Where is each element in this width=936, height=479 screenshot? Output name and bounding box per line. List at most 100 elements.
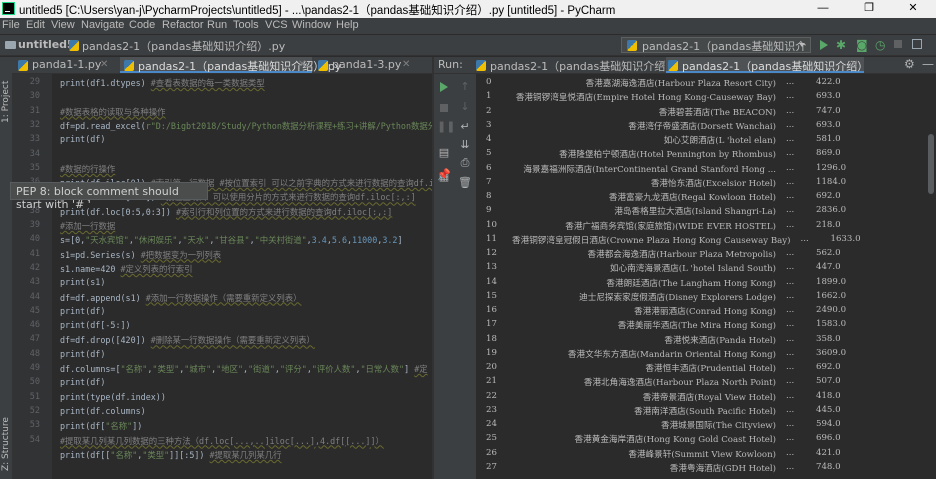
run-icon[interactable]	[820, 40, 828, 50]
menu-window[interactable]: Window	[292, 19, 331, 31]
ellipsis: ...	[786, 162, 795, 173]
pycharm-icon	[2, 2, 15, 15]
code-token: "地区"	[216, 364, 244, 374]
code-editor[interactable]: print(df1.dtypes) #查看表数据的每一类数据类型 #数据表格的读取…	[52, 74, 432, 479]
menu-help[interactable]: Help	[336, 19, 359, 31]
hotel-name: 香港铜锣湾皇悦酒店(Empire Hotel Hong Kong-Causewa…	[515, 93, 776, 104]
code-token: #查看表数据的每一类数据类型	[150, 78, 265, 88]
value: 1184.0	[816, 176, 847, 187]
menu-refactor[interactable]: Refactor	[162, 19, 204, 31]
row-index: 1	[486, 91, 492, 102]
maximize-button[interactable]: ❐	[846, 0, 892, 18]
breadcrumb-project[interactable]: untitled5	[18, 38, 75, 51]
hotel-name: 港岛香格里拉大酒店(Island Shangri-La)	[614, 207, 776, 218]
console-row: 14 香港朗廷酒店(The Langham Hong Kong)... 1899.0	[486, 277, 926, 290]
hotel-name: 香港粤海酒店(GDH Hotel)	[669, 463, 776, 474]
line-number: 32	[29, 119, 40, 130]
code-token: "城市"	[184, 364, 212, 374]
row-index: 24	[486, 419, 497, 429]
print-icon[interactable]: ⎙	[458, 156, 472, 170]
profile-icon[interactable]: ◷	[875, 38, 885, 52]
code-token: ]	[404, 364, 415, 374]
ellipsis: ...	[786, 91, 795, 102]
line-number: 52	[29, 405, 40, 416]
ellipsis: ...	[786, 333, 795, 344]
debug-icon[interactable]: ✱	[836, 38, 846, 52]
pin-tab-icon[interactable]: 📌	[437, 168, 451, 182]
run-console-output[interactable]: 0 香港嘉湖海逸酒店(Harbour Plaza Resort City)... 4…	[476, 74, 936, 479]
code-token: #定	[414, 364, 428, 374]
pause-icon[interactable]: ❚❚	[437, 120, 455, 134]
minimize-button[interactable]: —	[800, 0, 846, 18]
project-structure-icon[interactable]	[912, 39, 922, 49]
layout-icon[interactable]: ▤	[437, 146, 451, 160]
trash-icon[interactable]: 🗑	[458, 176, 472, 190]
down-arrow-icon[interactable]: ↓	[458, 100, 472, 114]
tab-pandas2-1[interactable]: pandas2-1（pandas基础知识介绍）.py ✕	[120, 57, 341, 73]
code-token: ])	[132, 421, 143, 432]
hotel-name: 香港怡东酒店(Excelsior Hotel)	[650, 178, 776, 189]
code-token: df.columns=[	[60, 364, 121, 374]
code-line: df=df.drop([420]) #删除某一行数据操作（需要重新定义列表）	[60, 334, 315, 346]
stop-icon[interactable]	[894, 40, 902, 48]
menu-run[interactable]: Run	[207, 19, 227, 31]
code-token: print(df)	[60, 134, 106, 145]
code-token: #把数据变为一列列表	[140, 249, 222, 260]
console-row: 9 港岛香格里拉大酒店(Island Shangri-La)... 2836.0	[486, 205, 926, 218]
settings-gear-icon[interactable]: ⚙	[904, 57, 915, 71]
menu-file[interactable]: File	[2, 19, 20, 31]
code-token: 3.4	[311, 235, 327, 246]
code-line: print(df.columns)	[60, 406, 146, 416]
tab-panda1-1[interactable]: panda1-1.py ✕	[14, 57, 118, 73]
stop-icon[interactable]	[440, 104, 448, 112]
value: 422.0	[816, 77, 841, 87]
breadcrumb-file[interactable]: pandas2-1（pandas基础知识介绍）.py	[82, 38, 285, 54]
console-row: 21 香港北角海逸酒店(Harbour Plaza North Point)...…	[486, 376, 926, 389]
close-icon[interactable]: ✕	[100, 59, 108, 70]
structure-tool-window-button[interactable]: Z: Structure	[1, 409, 11, 471]
code-token: print(df)	[60, 305, 106, 316]
close-icon[interactable]: ✕	[850, 59, 858, 70]
menu-navigate[interactable]: Navigate	[81, 19, 124, 31]
hotel-name: 香港都会海逸酒店(Harbour Plaza Metropolis)	[587, 250, 776, 260]
hotel-name: 香港黄金海岸酒店(Hong Kong Gold Coast Hotel)	[574, 435, 776, 446]
run-label: Run:	[438, 58, 463, 71]
menu-vcs[interactable]: VCS	[265, 19, 288, 31]
hotel-name: 如心南湾海景酒店(L 'hotel Island South)	[609, 264, 776, 275]
console-scrollbar[interactable]	[926, 74, 936, 479]
line-number: 39	[29, 220, 40, 230]
code-token: 11000	[352, 235, 378, 246]
menu-edit[interactable]: Edit	[26, 19, 45, 31]
scrollbar-thumb[interactable]	[928, 134, 934, 194]
up-arrow-icon[interactable]: ↑	[458, 80, 472, 94]
menu-tools[interactable]: Tools	[233, 19, 259, 31]
value: 869.0	[816, 148, 841, 159]
code-token: s1=pd.Series(s)	[60, 249, 141, 260]
ellipsis: ...	[786, 262, 795, 273]
run-tab-2[interactable]: pandas2-1（pandas基础知识介绍） ✕	[666, 57, 868, 73]
menu-view[interactable]: View	[51, 19, 75, 31]
soft-wrap-icon[interactable]: ↵	[458, 120, 472, 134]
project-tool-window-button[interactable]: 1: Project	[1, 65, 11, 123]
code-line: print(df[-5:])	[60, 320, 131, 330]
ellipsis: ...	[786, 347, 795, 358]
menu-code[interactable]: Code	[129, 19, 155, 31]
close-button[interactable]: ✕	[890, 0, 936, 18]
console-row: 4 如心艾朗酒店(L 'hotel elan)... 581.0	[486, 134, 926, 147]
python-file-icon	[18, 60, 28, 71]
row-index: 23	[486, 404, 497, 415]
rerun-icon[interactable]	[440, 82, 448, 92]
value: 693.0	[816, 119, 841, 130]
tab-panda1-3[interactable]: panda1-3.py ✕	[314, 57, 418, 73]
hide-icon[interactable]: —	[922, 57, 934, 71]
close-icon[interactable]: ✕	[402, 59, 410, 70]
code-line: #添加一行数据	[60, 220, 115, 232]
run-tab-1[interactable]: pandas2-1（pandas基础知识介绍） ✕	[474, 57, 676, 73]
scroll-to-end-icon[interactable]: ⇊	[458, 138, 472, 152]
close-icon[interactable]: ✕	[298, 59, 306, 70]
value: 562.0	[816, 248, 841, 258]
coverage-icon[interactable]: ◙	[856, 38, 868, 52]
ellipsis: ...	[786, 248, 795, 258]
row-index: 27	[486, 461, 497, 472]
run-configuration-select[interactable]: pandas2-1（pandas基础知识介绍）	[621, 37, 811, 69]
